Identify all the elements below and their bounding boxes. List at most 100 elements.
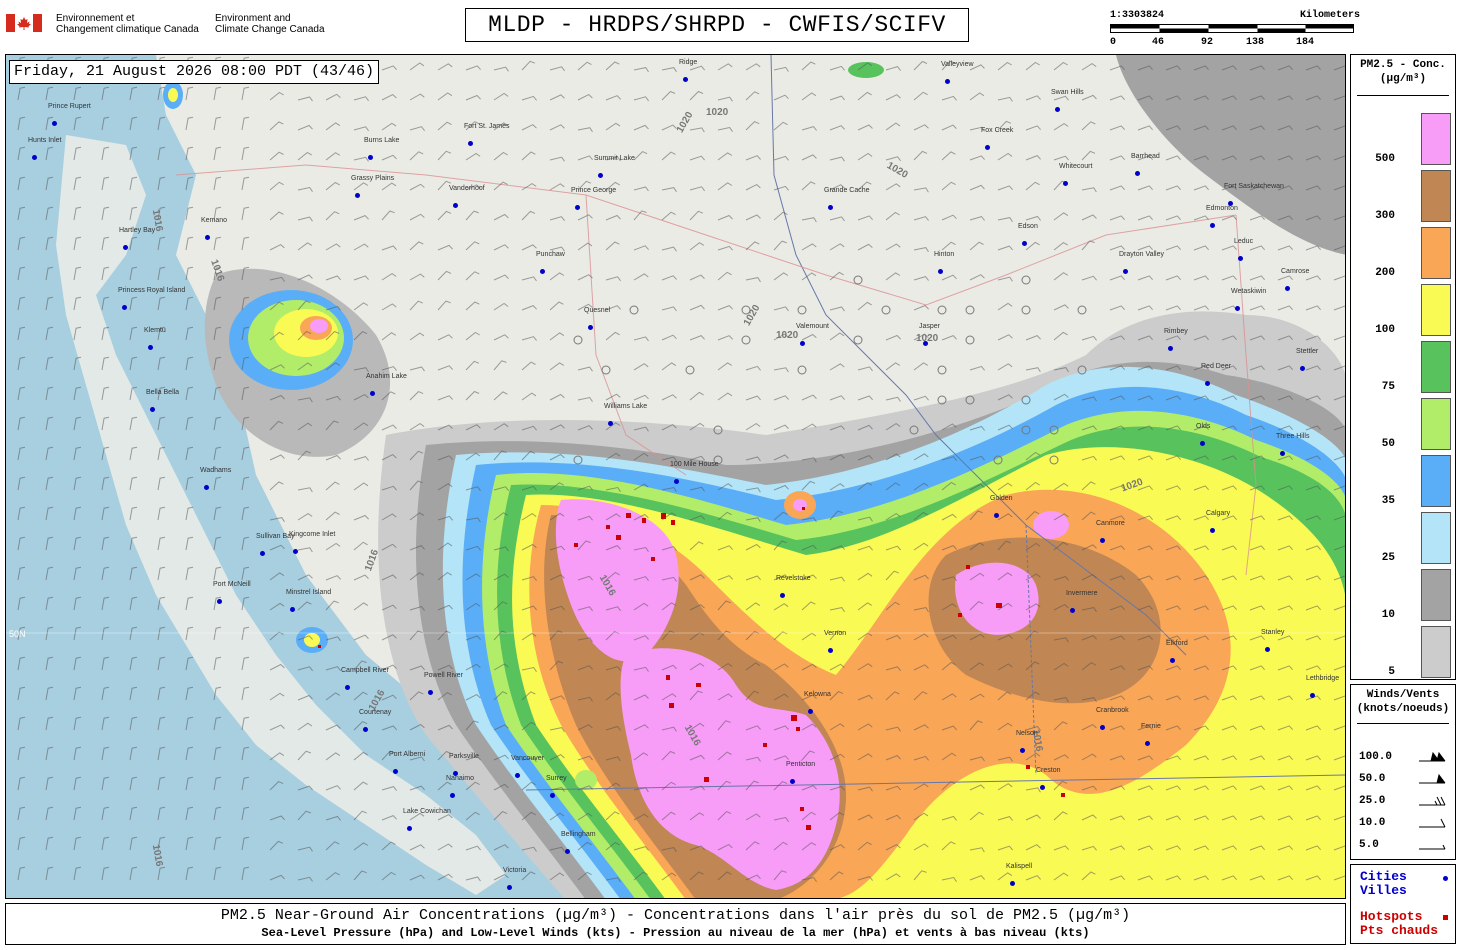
wind-barb (185, 116, 194, 131)
wind-barb (521, 60, 536, 71)
wind-barb (913, 60, 928, 71)
wind-barb (549, 94, 565, 101)
wind-barb (577, 155, 593, 161)
wind-barb (801, 272, 817, 281)
city-label: Valemount (796, 323, 829, 330)
wind-barb (353, 302, 369, 311)
wind-barb (885, 156, 901, 162)
wind-barb (409, 151, 424, 161)
wind-barb (521, 392, 537, 401)
wind-barb (1193, 305, 1209, 311)
wind-barb (493, 274, 509, 281)
wind-barb (773, 395, 789, 401)
wind-barb (857, 366, 873, 372)
calm-wind-circle (741, 335, 751, 345)
wind-barb (353, 541, 368, 551)
wind-barb (605, 276, 621, 282)
wind-barb (1053, 61, 1068, 71)
city-dot (945, 79, 950, 84)
wind-barb (409, 62, 425, 71)
wind-barb (661, 187, 677, 193)
city-label: Fernie (1141, 723, 1161, 730)
wind-barb (605, 61, 620, 71)
wind-barb (661, 334, 677, 341)
wind-barb (633, 210, 647, 221)
wind-barb (381, 65, 397, 71)
wind-barb (381, 94, 397, 101)
wind-value: 50.0 (1359, 773, 1386, 785)
wind-barb (661, 362, 677, 371)
wind-barb (717, 271, 732, 281)
wind-barb (409, 366, 425, 372)
wind-barb (717, 362, 733, 371)
wind-barb (773, 272, 789, 281)
city-dot (1145, 741, 1150, 746)
wind-barb (437, 210, 452, 221)
wind-barb (745, 422, 761, 431)
wind-barb (437, 63, 453, 71)
wind-barb (605, 241, 620, 251)
wind-barb (325, 481, 340, 491)
wind-barb (801, 394, 817, 401)
wind-barb (185, 86, 194, 101)
scale-bar: 1:3303824 Kilometers 0 46 92 138 184 (1110, 10, 1360, 50)
wind-barb (1137, 125, 1153, 131)
city-label: Bella Bella (146, 389, 180, 396)
smoke-forecast-map[interactable]: 50N 1016 1016 1016 1016 1016 1016 1016 1… (5, 54, 1346, 899)
wind-legend-title: Winds/Vents (knots/noeuds) (1356, 689, 1450, 715)
plume-coast-inner (304, 633, 320, 647)
city-label: Port McNeill (213, 581, 251, 588)
wind-barb (1081, 275, 1097, 281)
wind-barb (717, 335, 733, 341)
wind-barb (689, 210, 704, 221)
city-dot (1010, 881, 1015, 886)
wind-barb (493, 334, 509, 341)
wind-barb (829, 95, 845, 101)
wind-barb (717, 245, 733, 251)
wind-barb (941, 274, 957, 281)
wind-barb (1081, 62, 1097, 71)
wind-barb (1165, 275, 1181, 281)
city-dot (790, 779, 795, 784)
city-label: Courtenay (359, 709, 392, 716)
city-label: Hartley Bay (119, 227, 156, 234)
wind-barb (661, 246, 677, 252)
wind-barb (1305, 305, 1321, 311)
wind-barb (577, 396, 593, 402)
city-label: Fort St. James (464, 123, 510, 130)
wind-barb (605, 214, 621, 221)
city-dot (1265, 647, 1270, 652)
latitude-label: 50N (9, 629, 26, 639)
wind-barb (409, 241, 424, 251)
wind-barb (353, 602, 369, 611)
wind-barb (1277, 275, 1293, 281)
city-label: Kingcome Inlet (289, 531, 336, 538)
wind-barb (997, 185, 1013, 191)
wind-barb (1081, 94, 1097, 101)
city-label: Edmonton (1206, 205, 1238, 212)
wind-barb (213, 146, 222, 161)
legend-swatch-label: 500 (1375, 153, 1395, 165)
wind-barb (885, 334, 901, 341)
city-label: Whitecourt (1059, 163, 1093, 170)
wind-barb (633, 96, 650, 102)
plume-west-pink (310, 319, 328, 333)
wind-barb (241, 206, 250, 221)
legend-swatch (1421, 512, 1451, 564)
city-label: Elkford (1166, 640, 1188, 647)
wind-barb (297, 242, 313, 251)
city-dot (150, 407, 155, 412)
wind-barb (773, 155, 789, 161)
wind-barb (325, 275, 341, 281)
header: Environnement et Changement climatique C… (0, 0, 1460, 50)
wind-barb (913, 362, 929, 371)
city-dot (540, 269, 545, 274)
city-label: Stanley (1261, 629, 1285, 636)
city-label: Revelstoke (776, 575, 811, 582)
wind-barb (689, 90, 704, 101)
city-dot (1100, 725, 1105, 730)
concentration-legend: PM2.5 - Conc. (µg/m³) 500 300 200 100 75 50 35… (1350, 54, 1456, 680)
wind-barb (1249, 245, 1265, 251)
wind-barb (773, 94, 789, 101)
wind-barb (745, 63, 761, 71)
